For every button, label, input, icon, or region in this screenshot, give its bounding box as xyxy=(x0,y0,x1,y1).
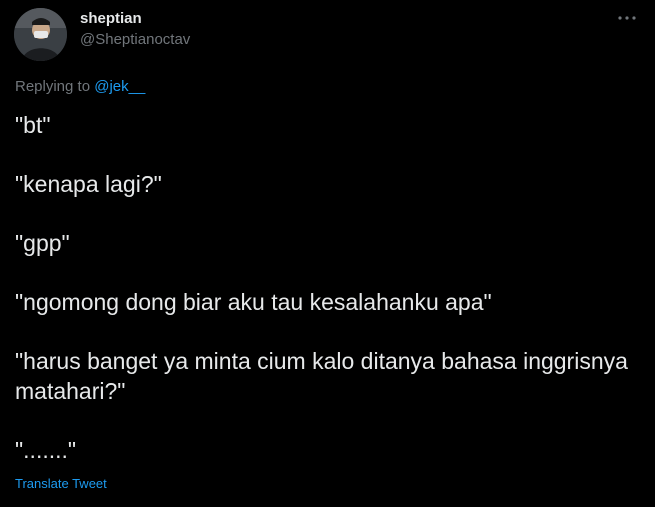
tweet-line: "ngomong dong biar aku tau kesalahanku a… xyxy=(15,289,492,315)
profile-photo-icon xyxy=(14,8,67,61)
more-options-button[interactable] xyxy=(615,6,639,30)
replying-to-label: Replying to xyxy=(15,78,91,95)
tweet-line: "kenapa lagi?" xyxy=(15,171,162,197)
tweet-line: "gpp" xyxy=(15,230,70,256)
more-horizontal-icon xyxy=(618,16,636,20)
replying-to: Replying to @jek__ xyxy=(15,78,145,95)
author-display-name[interactable]: sheptian xyxy=(80,10,142,27)
tweet: sheptian @Sheptianoctav Replying to @jek… xyxy=(0,0,655,507)
tweet-text: "bt" "kenapa lagi?" "gpp" "ngomong dong … xyxy=(15,110,635,465)
tweet-line: "harus banget ya minta cium kalo ditanya… xyxy=(15,348,628,404)
author-handle[interactable]: @Sheptianoctav xyxy=(80,31,190,48)
avatar[interactable] xyxy=(14,8,67,61)
tweet-line: "bt" xyxy=(15,112,51,138)
tweet-line: "......." xyxy=(15,437,77,463)
translate-tweet-link[interactable]: Translate Tweet xyxy=(15,476,107,491)
reply-mention-link[interactable]: @jek__ xyxy=(94,78,145,95)
